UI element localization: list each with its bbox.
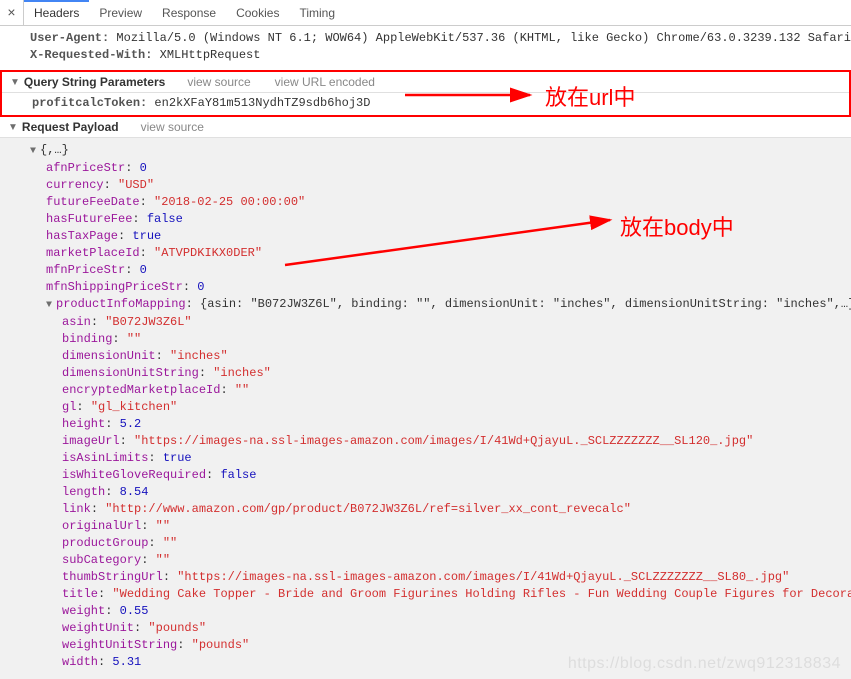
payload-key: productInfoMapping (56, 297, 186, 311)
request-payload-title: Request Payload (22, 120, 119, 134)
payload-key: originalUrl (62, 519, 141, 533)
payload-value: "ATVPDKIKX0DER" (154, 246, 262, 260)
payload-key: mfnShippingPriceStr (46, 280, 183, 294)
triangle-down-icon: ▼ (10, 77, 20, 88)
payload-key: weightUnit (62, 621, 134, 635)
payload-value: 5.31 (112, 655, 141, 669)
payload-value: 0.55 (120, 604, 149, 618)
close-icon[interactable]: × (0, 0, 24, 25)
payload-value: "pounds" (192, 638, 250, 652)
annotation-body-label: 放在body中 (620, 210, 734, 242)
payload-root: {,…} (40, 143, 69, 157)
xrequested-key: X-Requested-With: (30, 48, 152, 62)
payload-key: currency (46, 178, 104, 192)
payload-value: 5.2 (120, 417, 142, 431)
payload-value: "https://images-na.ssl-images-amazon.com… (177, 570, 789, 584)
query-string-header[interactable]: ▼ Query String Parameters view source vi… (2, 72, 849, 93)
xrequested-value: XMLHttpRequest (160, 48, 261, 62)
payload-key: isWhiteGloveRequired (62, 468, 206, 482)
devtools-tabs: × Headers Preview Response Cookies Timin… (0, 0, 851, 26)
payload-key: thumbStringUrl (62, 570, 163, 584)
triangle-down-icon[interactable]: ▼ (30, 143, 40, 160)
payload-value: true (163, 451, 192, 465)
payload-key: title (62, 587, 98, 601)
payload-value: 0 (197, 280, 204, 294)
payload-value: false (220, 468, 256, 482)
tab-headers[interactable]: Headers (24, 0, 89, 25)
payload-value: "USD" (118, 178, 154, 192)
payload-key: afnPriceStr (46, 161, 125, 175)
tab-response[interactable]: Response (152, 0, 226, 25)
annotation-url-label: 放在url中 (545, 80, 635, 112)
tab-timing[interactable]: Timing (289, 0, 345, 25)
payload-key: weight (62, 604, 105, 618)
payload-value: "" (163, 536, 177, 550)
payload-key: binding (62, 332, 112, 346)
payload-key: dimensionUnit (62, 349, 156, 363)
payload-key: link (62, 502, 91, 516)
ua-key: User-Agent: (30, 31, 109, 45)
payload-key: hasFutureFee (46, 212, 132, 226)
payload-key: marketPlaceId (46, 246, 140, 260)
payload-value: "" (235, 383, 249, 397)
payload-key: productGroup (62, 536, 148, 550)
payload-value: "https://images-na.ssl-images-amazon.com… (134, 434, 753, 448)
payload-key: height (62, 417, 105, 431)
payload-inline-object: {asin: "B072JW3Z6L", binding: "", dimens… (200, 297, 851, 311)
query-param-value: en2kXFaY81m513NydhTZ9sdb6hoj3D (154, 96, 370, 110)
triangle-down-icon: ▼ (8, 122, 18, 133)
payload-key: weightUnitString (62, 638, 177, 652)
payload-key: length (62, 485, 105, 499)
tab-cookies[interactable]: Cookies (226, 0, 289, 25)
payload-value: false (147, 212, 183, 226)
payload-key: encryptedMarketplaceId (62, 383, 220, 397)
payload-value: "" (156, 519, 170, 533)
payload-value: "B072JW3Z6L" (105, 315, 191, 329)
query-string-body: profitcalcToken: en2kXFaY81m513NydhTZ9sd… (2, 93, 849, 113)
payload-key: dimensionUnitString (62, 366, 199, 380)
payload-key: hasTaxPage (46, 229, 118, 243)
payload-value: "inches" (170, 349, 228, 363)
payload-value: "" (156, 553, 170, 567)
payload-value: "pounds" (148, 621, 206, 635)
payload-key: asin (62, 315, 91, 329)
payload-value: "" (127, 332, 141, 346)
payload-key: subCategory (62, 553, 141, 567)
query-param-key: profitcalcToken: (32, 96, 147, 110)
payload-value: "2018-02-25 00:00:00" (154, 195, 305, 209)
view-source-link[interactable]: view source (141, 120, 204, 134)
payload-value: "gl_kitchen" (91, 400, 177, 414)
query-string-section-highlighted: ▼ Query String Parameters view source vi… (0, 70, 851, 117)
payload-key: isAsinLimits (62, 451, 148, 465)
payload-key: gl (62, 400, 76, 414)
payload-value: "inches" (213, 366, 271, 380)
payload-key: mfnPriceStr (46, 263, 125, 277)
tab-preview[interactable]: Preview (89, 0, 152, 25)
payload-key: imageUrl (62, 434, 120, 448)
payload-key: futureFeeDate (46, 195, 140, 209)
payload-value: 0 (140, 263, 147, 277)
payload-value: 8.54 (120, 485, 149, 499)
payload-value: true (132, 229, 161, 243)
payload-key: width (62, 655, 98, 669)
payload-value: 0 (140, 161, 147, 175)
view-url-encoded-link[interactable]: view URL encoded (275, 75, 375, 89)
ua-value: Mozilla/5.0 (Windows NT 6.1; WOW64) Appl… (116, 31, 851, 45)
watermark-text: https://blog.csdn.net/zwq912318834 (568, 655, 841, 673)
payload-value: "http://www.amazon.com/gp/product/B072JW… (105, 502, 631, 516)
query-string-title: Query String Parameters (24, 75, 165, 89)
view-source-link[interactable]: view source (187, 75, 250, 89)
request-headers-partial: User-Agent: Mozilla/5.0 (Windows NT 6.1;… (0, 26, 851, 71)
payload-value: "Wedding Cake Topper - Bride and Groom F… (112, 587, 851, 601)
triangle-down-icon[interactable]: ▼ (46, 297, 56, 314)
request-payload-header[interactable]: ▼ Request Payload view source (0, 117, 851, 138)
